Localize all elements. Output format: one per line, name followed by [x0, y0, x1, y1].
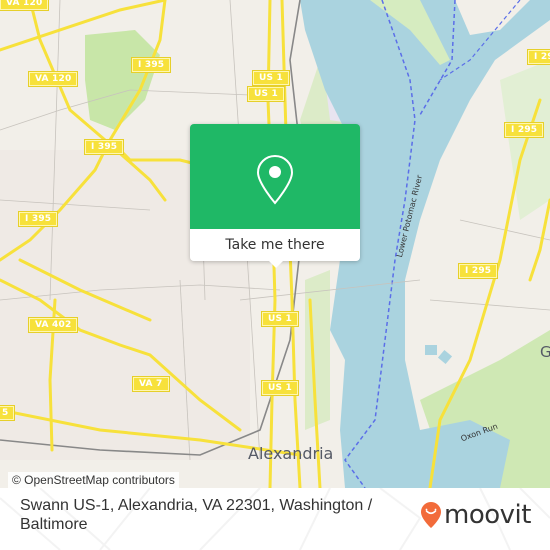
location-pin-icon	[256, 154, 294, 205]
road-shield-i295: I 295	[503, 122, 545, 138]
road-shield-i395: I 395	[83, 139, 125, 155]
map-attribution[interactable]: © OpenStreetMap contributors	[8, 472, 179, 488]
road-shield-va120: VA 120	[27, 71, 79, 87]
road-shield-i295: I 295	[457, 263, 499, 279]
road-shield-va402: VA 402	[27, 317, 79, 333]
location-popup: Take me there	[190, 124, 360, 268]
popup-pointer	[269, 261, 283, 268]
road-shield-va120: VA 120	[0, 0, 50, 11]
map[interactable]: US 1 VA 120 I 395 VA 120 US 1 I 395 I 39…	[0, 0, 550, 488]
road-shield-us1: US 1	[261, 380, 299, 396]
road-shield-us1: US 1	[252, 70, 290, 86]
address-text: Swann US-1, Alexandria, VA 22301, Washin…	[20, 497, 373, 533]
road-shield-i395: I 395	[130, 57, 172, 73]
road-shield-i395: I 395	[17, 211, 59, 227]
moovit-pin-icon	[421, 502, 441, 528]
road-shield-us1: US 1	[261, 311, 299, 327]
place-label-edge: G	[540, 343, 550, 361]
footer: Swann US-1, Alexandria, VA 22301, Washin…	[0, 488, 550, 550]
moovit-logo[interactable]: moovit	[420, 500, 531, 530]
popup-header	[190, 124, 360, 229]
road-shield-us1: US 1	[247, 86, 285, 102]
take-me-there-button[interactable]: Take me there	[190, 229, 360, 261]
road-shield-edge: 5	[0, 405, 16, 421]
road-shield-i295: I 295	[526, 49, 550, 65]
city-label-alexandria: Alexandria	[248, 444, 334, 463]
moovit-brand-text: moovit	[444, 500, 531, 530]
road-shield-va7: VA 7	[132, 376, 170, 392]
